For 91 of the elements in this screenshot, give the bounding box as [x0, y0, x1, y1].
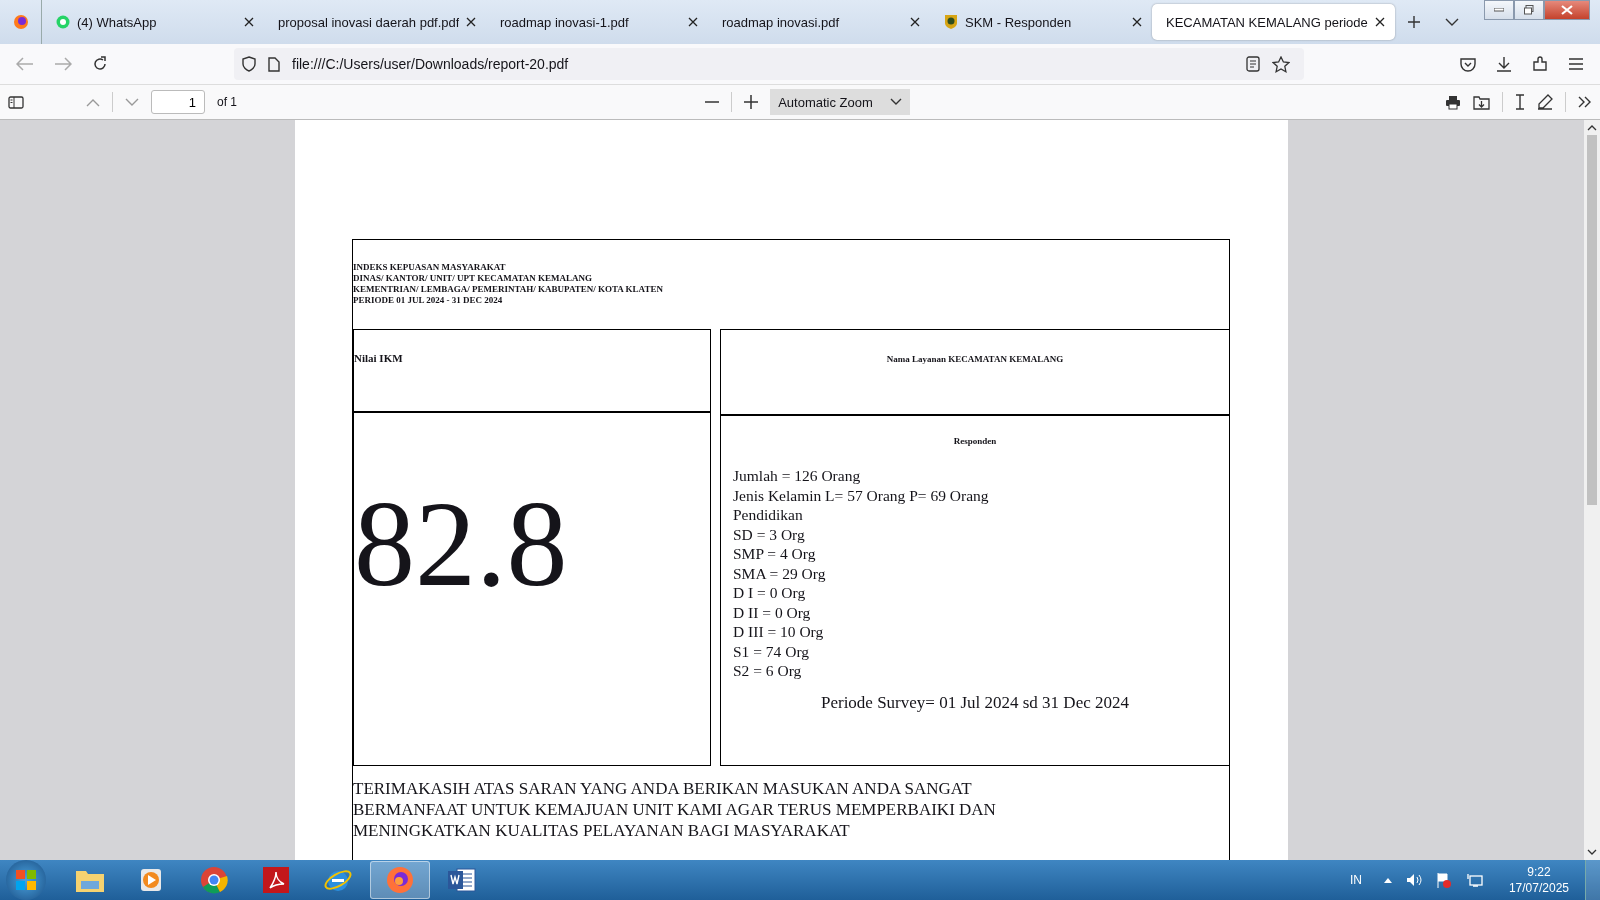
respondent-stat: Pendidikan [733, 505, 804, 525]
respondents-title: Responden [952, 436, 998, 446]
next-page-icon[interactable] [125, 97, 139, 107]
browser-tab[interactable]: (4) WhatsApp [42, 4, 264, 40]
close-icon[interactable] [688, 17, 698, 27]
report-header-line: PERIODE 01 JUL 2024 - 31 DEC 2024 [353, 295, 504, 306]
report-header-line: KEMENTRIAN/ LEMBAGA/ PEMERINTAH/ KABUPATEN/ KOTA KLATEN [353, 284, 664, 295]
survey-period: Periode Survey= 01 Jul 2024 sd 31 Dec 2024 [820, 692, 1130, 713]
windows-logo-icon [15, 869, 37, 891]
close-icon[interactable] [1374, 17, 1385, 27]
respondent-stat: SD = 3 Org [733, 524, 806, 544]
chevron-down-icon [890, 98, 903, 106]
respondent-stat: Jumlah = 126 Orang [733, 466, 862, 486]
reload-icon[interactable] [92, 56, 108, 72]
scroll-up-icon[interactable] [1587, 124, 1597, 131]
chrome-icon [200, 866, 228, 894]
show-hidden-icons-icon[interactable] [1383, 877, 1392, 883]
respondent-stat: Jenis Kelamin L= 57 Orang P= 69 Orang [733, 485, 990, 505]
browser-tab[interactable]: proposal inovasi daerah pdf.pdf [264, 4, 486, 40]
menu-icon[interactable] [1568, 58, 1584, 70]
new-tab-icon[interactable] [1406, 15, 1421, 29]
tab-label: SKM - Responden [965, 14, 1073, 30]
close-icon[interactable] [466, 17, 476, 27]
scrollbar[interactable] [1584, 120, 1600, 860]
emblem-icon [944, 14, 958, 30]
clock-date[interactable]: 17/07/2025 [1508, 881, 1569, 895]
download-icon[interactable] [1496, 56, 1512, 72]
respondent-stat: D I = 0 Org [733, 583, 807, 603]
chevron-down-icon[interactable] [1444, 17, 1459, 27]
tab-label: proposal inovasi daerah pdf.pdf [278, 14, 459, 30]
chat-icon [56, 15, 70, 29]
word-icon [447, 866, 477, 894]
page-number-field[interactable]: 1 [151, 90, 205, 114]
tab-label: (4) WhatsApp [77, 14, 158, 30]
minimize-icon [1494, 8, 1504, 12]
respondent-stat: S2 = 6 Org [733, 661, 803, 681]
zoom-in-icon[interactable] [744, 95, 759, 109]
report-header-line: DINAS/ KANTOR/ UNIT/ UPT KECAMATAN KEMALANG [353, 273, 594, 284]
respondent-stat: SMP = 4 Org [733, 544, 817, 564]
volume-icon[interactable] [1405, 873, 1422, 887]
closing-message-line: BERMANFAAT UNTUK KEMAJUAN UNIT KAMI AGAR TERUS MEMPERBAIKI DAN [353, 799, 997, 820]
browser-tab[interactable]: KECAMATAN KEMALANG periode [1152, 4, 1395, 40]
star-icon[interactable] [1272, 55, 1290, 73]
page-count: of 1 [217, 95, 237, 109]
closing-message-line: TERIMAKASIH ATAS SARAN YANG ANDA BERIKAN MASUKAN ANDA SANGAT [353, 778, 973, 799]
respondent-stat: D III = 10 Org [733, 622, 825, 642]
report-header-line: INDEKS KEPUASAN MASYARAKAT [353, 262, 507, 273]
page-icon [268, 56, 280, 72]
close-icon [1561, 5, 1573, 15]
service-name: Nama Layanan KECAMATAN KEMALANG [886, 354, 1064, 364]
respondent-stat: S1 = 74 Org [733, 641, 811, 661]
reader-view-icon[interactable] [1246, 56, 1260, 72]
shield-icon [242, 56, 256, 72]
print-icon[interactable] [1445, 94, 1461, 110]
close-icon[interactable] [244, 17, 254, 27]
zoom-dropdown[interactable]: Automatic Zoom [770, 89, 911, 115]
pocket-icon[interactable] [1460, 56, 1476, 72]
start-button[interactable] [6, 860, 46, 900]
action-center-flag-icon[interactable] [1435, 872, 1452, 888]
browser-tab[interactable]: roadmap inovasi.pdf [708, 4, 930, 40]
tab-label: roadmap inovasi-1.pdf [500, 14, 630, 30]
pencil-icon[interactable] [1537, 94, 1553, 110]
browser-tab[interactable]: roadmap inovasi-1.pdf [486, 4, 708, 40]
respondent-stat: D II = 0 Org [733, 602, 812, 622]
close-icon[interactable] [910, 17, 920, 27]
firefox-icon [12, 14, 29, 30]
clock-time[interactable]: 9:22 [1527, 865, 1551, 879]
tab-label: KECAMATAN KEMALANG periode [1166, 14, 1368, 30]
sidebar-toggle-icon[interactable] [8, 95, 24, 109]
tab-label: roadmap inovasi.pdf [722, 14, 841, 30]
score-label: Nilai IKM [354, 352, 403, 364]
score-value: 82.8 [354, 483, 569, 605]
scroll-down-icon[interactable] [1587, 849, 1597, 856]
close-window-button[interactable] [1544, 0, 1590, 20]
network-icon[interactable] [1465, 872, 1483, 888]
language-indicator[interactable]: IN [1349, 873, 1362, 887]
previous-page-icon[interactable] [86, 97, 100, 107]
firefox-icon [386, 866, 414, 894]
respondent-stat: SMA = 29 Org [733, 563, 827, 583]
address-bar[interactable]: file:///C:/Users/user/Downloads/report-20.pdf [234, 48, 1304, 80]
closing-message-line: MENINGKATKAN KUALITAS PELAYANAN BAGI MASYARAKAT [353, 820, 851, 841]
more-tools-icon[interactable] [1578, 96, 1592, 108]
restore-button[interactable] [1514, 0, 1544, 20]
save-icon[interactable] [1473, 94, 1490, 110]
acrobat-icon [262, 866, 290, 894]
close-icon[interactable] [1132, 17, 1142, 27]
taskbar-app-button[interactable] [370, 861, 430, 899]
browser-tab[interactable]: SKM - Responden [930, 4, 1152, 40]
text-cursor-icon[interactable] [1515, 94, 1525, 110]
restore-icon [1524, 5, 1534, 15]
extensions-icon[interactable] [1532, 56, 1548, 72]
